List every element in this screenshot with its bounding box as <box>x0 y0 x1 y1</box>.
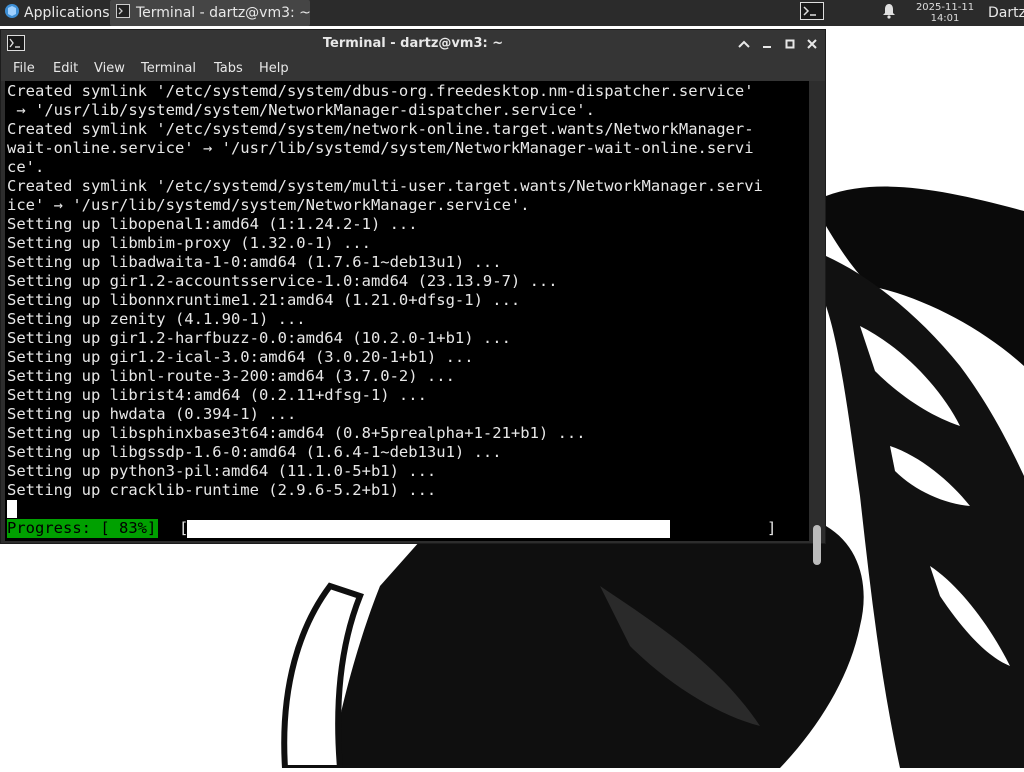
terminal-line: ice' → '/usr/lib/systemd/system/NetworkM… <box>7 196 530 214</box>
terminal-line: → '/usr/lib/systemd/system/NetworkManage… <box>7 101 595 119</box>
bell-icon <box>882 3 896 23</box>
window-title: Terminal - dartz@vm3: ~ <box>322 36 504 51</box>
terminal-line: Setting up gir1.2-accountsservice-1.0:am… <box>7 272 558 290</box>
scrollbar-thumb[interactable] <box>813 525 821 565</box>
progress-bar <box>187 520 769 538</box>
clock-time: 14:01 <box>930 13 960 24</box>
top-panel: Applications Terminal - dartz@vm3: ~ 202… <box>0 0 1024 26</box>
menu-file[interactable]: File <box>13 57 35 81</box>
terminal-cursor <box>7 500 17 518</box>
taskbar-item-terminal[interactable]: Terminal - dartz@vm3: ~ <box>110 0 311 26</box>
terminal-line: Setting up cracklib-runtime (2.9.6-5.2+b… <box>7 481 437 499</box>
menu-view[interactable]: View <box>94 57 125 81</box>
terminal-line: Setting up libadwaita-1-0:amd64 (1.7.6-1… <box>7 253 502 271</box>
terminal-line: Created symlink '/etc/systemd/system/dbu… <box>7 82 754 100</box>
taskbar-item-label: Terminal - dartz@vm3: ~ <box>136 5 311 21</box>
menu-edit[interactable]: Edit <box>53 57 78 81</box>
maximize-icon <box>785 34 795 53</box>
chevron-up-icon <box>738 34 750 53</box>
window-titlebar[interactable]: Terminal - dartz@vm3: ~ <box>1 30 825 57</box>
terminal-line: Setting up libnl-route-3-200:amd64 (3.7.… <box>7 367 455 385</box>
shade-button[interactable] <box>735 34 753 52</box>
terminal-line: Created symlink '/etc/systemd/system/net… <box>7 120 754 138</box>
menu-help[interactable]: Help <box>259 57 289 81</box>
terminal-line: Setting up zenity (4.1.90-1) ... <box>7 310 306 328</box>
menu-tabs[interactable]: Tabs <box>214 57 243 81</box>
terminal-line: wait-online.service' → '/usr/lib/systemd… <box>7 139 754 157</box>
maximize-button[interactable] <box>781 34 799 52</box>
terminal-icon <box>116 4 130 22</box>
terminal-scrollbar[interactable] <box>809 81 825 565</box>
user-menu-button[interactable]: Dartz <box>986 0 1024 26</box>
terminal-line: Setting up libmbim-proxy (1.32.0-1) ... <box>7 234 371 252</box>
notifications-button[interactable] <box>880 0 898 26</box>
clock-date: 2025-11-11 <box>915 2 975 13</box>
terminal-line: Setting up gir1.2-ical-3.0:amd64 (3.0.20… <box>7 348 474 366</box>
progress-bracket-close: ] <box>767 519 777 537</box>
terminal-window[interactable]: Terminal - dartz@vm3: ~ File Edit View T… <box>0 29 826 565</box>
progress-bar-fill <box>187 520 671 538</box>
terminal-line: Setting up libopenal1:amd64 (1:1.24.2-1)… <box>7 215 418 233</box>
close-button[interactable] <box>803 34 821 52</box>
applications-icon <box>4 3 20 23</box>
close-icon <box>807 34 817 53</box>
terminal-launcher-button[interactable] <box>798 0 826 26</box>
clock[interactable]: 2025-11-11 14:01 <box>908 0 982 26</box>
applications-menu-button[interactable]: Applications <box>0 0 110 26</box>
terminal-line: Setting up librist4:amd64 (0.2.11+dfsg-1… <box>7 386 427 404</box>
terminal-line: Setting up hwdata (0.394-1) ... <box>7 405 297 423</box>
applications-label: Applications <box>24 5 110 21</box>
menu-terminal[interactable]: Terminal <box>141 57 196 81</box>
terminal-line: Setting up libonnxruntime1.21:amd64 (1.2… <box>7 291 521 309</box>
progress-label: Progress: [ 83%] <box>7 519 159 538</box>
terminal-line: Setting up gir1.2-harfbuzz-0.0:amd64 (10… <box>7 329 511 347</box>
menu-bar: File Edit View Terminal Tabs Help <box>1 57 825 81</box>
terminal-output[interactable]: Created symlink '/etc/systemd/system/dbu… <box>5 81 809 541</box>
terminal-line: Created symlink '/etc/systemd/system/mul… <box>7 177 763 195</box>
terminal-icon <box>800 2 824 24</box>
terminal-lines: Created symlink '/etc/systemd/system/dbu… <box>7 82 763 500</box>
user-label: Dartz <box>988 5 1024 21</box>
terminal-line: Setting up libgssdp-1.6-0:amd64 (1.6.4-1… <box>7 443 502 461</box>
terminal-line: Setting up python3-pil:amd64 (11.1.0-5+b… <box>7 462 437 480</box>
terminal-line: Setting up libsphinxbase3t64:amd64 (0.8+… <box>7 424 586 442</box>
minimize-button[interactable] <box>758 34 776 52</box>
minimize-icon <box>762 34 772 53</box>
terminal-line: ce'. <box>7 158 45 176</box>
